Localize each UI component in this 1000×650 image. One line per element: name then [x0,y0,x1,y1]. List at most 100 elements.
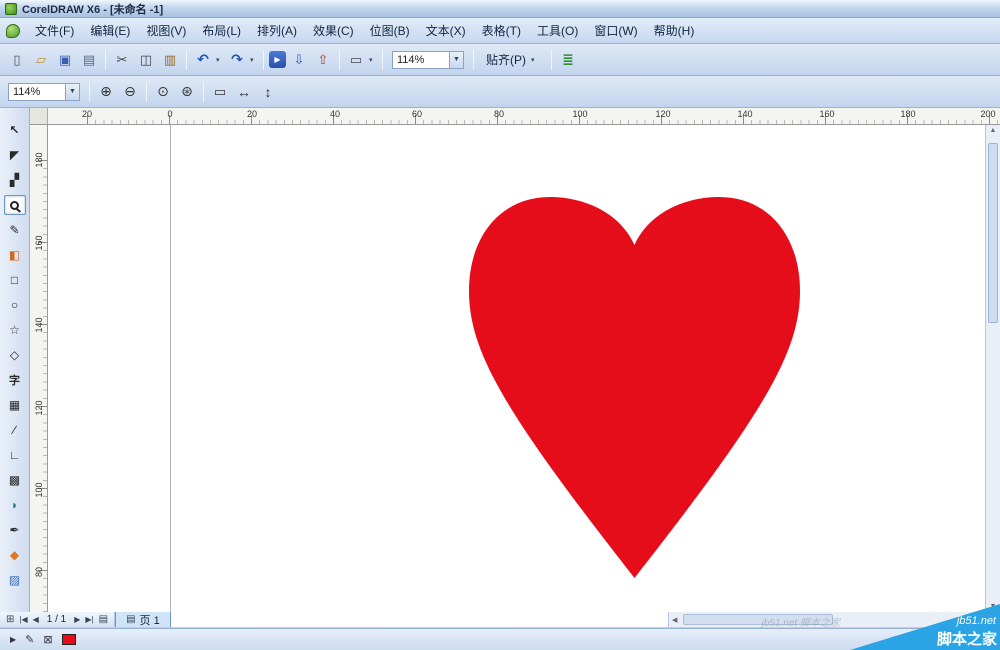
menu-item-layout[interactable]: 布局(L) [194,19,249,42]
first-page-button[interactable] [19,615,27,624]
paste-button[interactable] [159,49,181,71]
export-button[interactable] [312,49,334,71]
chevron-down-icon[interactable]: ▾ [216,56,224,64]
play-icon[interactable] [10,635,16,644]
ruler-origin[interactable] [30,108,48,124]
shape-tool[interactable] [4,145,26,165]
menu-item-help[interactable]: 帮助(H) [646,19,703,42]
pick-tool[interactable] [4,120,26,140]
menu-item-window[interactable]: 窗口(W) [586,19,645,42]
zoom-levels-value: 114% [13,85,41,98]
menu-item-table[interactable]: 表格(T) [474,19,529,42]
save-button[interactable] [54,49,76,71]
new-document-button[interactable] [6,49,28,71]
heart-shape[interactable] [469,197,800,578]
chevron-down-icon[interactable]: ▼ [65,83,79,100]
chevron-down-icon[interactable]: ▾ [369,56,377,64]
chevron-down-icon[interactable]: ▾ [531,56,539,64]
parallel-dimension-tool[interactable] [4,420,26,440]
crop-tool[interactable] [4,170,26,190]
previous-page-button[interactable] [33,615,39,624]
copy-button[interactable] [135,49,157,71]
zoom-to-page-height-button[interactable] [257,81,279,103]
work-area: 20 0 20 40 60 80 100 120 140 160 180 200… [30,108,1000,612]
zoom-levels-combo[interactable]: 114% ▼ [8,82,80,101]
zoom-tool[interactable] [3,195,26,215]
menu-item-file[interactable]: 文件(F) [27,19,82,42]
title-bar[interactable]: CorelDRAW X6 - [未命名 -1] [0,0,1000,18]
options-button[interactable] [557,49,579,71]
import-button[interactable] [288,49,310,71]
zoom-out-button[interactable] [119,81,141,103]
cut-button[interactable] [111,49,133,71]
watermark-site-text: jb51.net [955,615,997,627]
heart-object[interactable] [467,197,802,580]
table-tool[interactable] [4,395,26,415]
chevron-down-icon[interactable]: ▼ [449,51,463,68]
fill-color-swatch[interactable] [61,634,76,645]
snap-to-dropdown[interactable]: 贴齐(P) ▾ [479,49,546,70]
scroll-left-icon[interactable]: ◀ [672,616,677,624]
vertical-ruler[interactable]: 180 160 140 120 100 80 [30,125,48,612]
scroll-up-icon[interactable]: ▲ [990,127,997,134]
fullscreen-preview-button[interactable] [345,49,367,71]
ruler-label: 180 [34,152,44,168]
menu-item-effects[interactable]: 效果(C) [305,19,362,42]
smart-fill-tool[interactable] [4,245,26,265]
toolbar-separator [89,81,90,102]
next-page-button[interactable] [74,615,80,624]
add-page-button[interactable] [6,614,14,625]
freehand-tool[interactable] [4,220,26,240]
app-icon[interactable] [5,2,17,15]
ellipse-tool[interactable] [4,295,26,315]
polygon-tool[interactable] [4,320,26,340]
menu-item-text[interactable]: 文本(X) [418,19,474,42]
menu-item-bitmaps[interactable]: 位图(B) [362,19,418,42]
fill-tool[interactable] [4,545,26,565]
outline-pen-tool[interactable] [4,520,26,540]
text-tool[interactable] [4,370,26,390]
zoom-to-all-objects-button[interactable] [176,81,198,103]
coreldraw-window: CorelDRAW X6 - [未命名 -1] 文件(F) 编辑(E) 视图(V… [0,0,1000,650]
undo-button[interactable] [192,49,214,71]
menu-item-edit[interactable]: 编辑(E) [82,19,138,42]
page-tab[interactable]: 页 1 [115,612,171,627]
no-fill-icon[interactable] [43,633,52,646]
property-bar: 114% ▼ [0,76,1000,108]
rectangle-tool[interactable] [4,270,26,290]
redo-button[interactable] [226,49,248,71]
zoom-level-combo[interactable]: 114% ▼ [392,50,464,69]
page-icon[interactable] [99,614,108,625]
open-button[interactable] [30,49,52,71]
ruler-label: 40 [329,109,341,119]
menu-item-arrange[interactable]: 排列(A) [249,19,305,42]
zoom-to-page-width-button[interactable] [233,81,255,103]
toolbar-separator [105,49,106,70]
menu-item-view[interactable]: 视图(V) [138,19,194,42]
toolbar-separator [146,81,147,102]
zoom-in-button[interactable] [95,81,117,103]
basic-shapes-tool[interactable] [4,345,26,365]
menu-item-tools[interactable]: 工具(O) [529,19,586,42]
toolbar-separator [473,49,474,70]
zoom-to-page-button[interactable] [209,81,231,103]
color-eyedropper-tool[interactable] [4,495,26,515]
chevron-down-icon[interactable]: ▾ [250,56,258,64]
drawing-canvas[interactable] [48,125,985,612]
ruler-label: 60 [411,109,423,119]
vertical-scroll-thumb[interactable] [988,143,998,323]
toolbar-separator [263,49,264,70]
vertical-scrollbar[interactable]: ▲ ▼ [985,125,1000,612]
interactive-fill-tool[interactable] [4,570,26,590]
horizontal-ruler[interactable]: 20 0 20 40 60 80 100 120 140 160 180 200 [30,108,1000,125]
straight-line-connector-tool[interactable] [4,445,26,465]
ruler-label: 120 [34,400,44,416]
zoom-to-selection-button[interactable] [152,81,174,103]
outline-status-icon[interactable] [25,633,34,646]
faint-watermark-text: jb51.net 脚本之家 [761,618,840,629]
print-button[interactable] [78,49,100,71]
application-launcher-button[interactable] [269,51,286,68]
last-page-button[interactable] [85,615,93,624]
blend-tool[interactable] [4,470,26,490]
ruler-label: 100 [34,482,44,498]
